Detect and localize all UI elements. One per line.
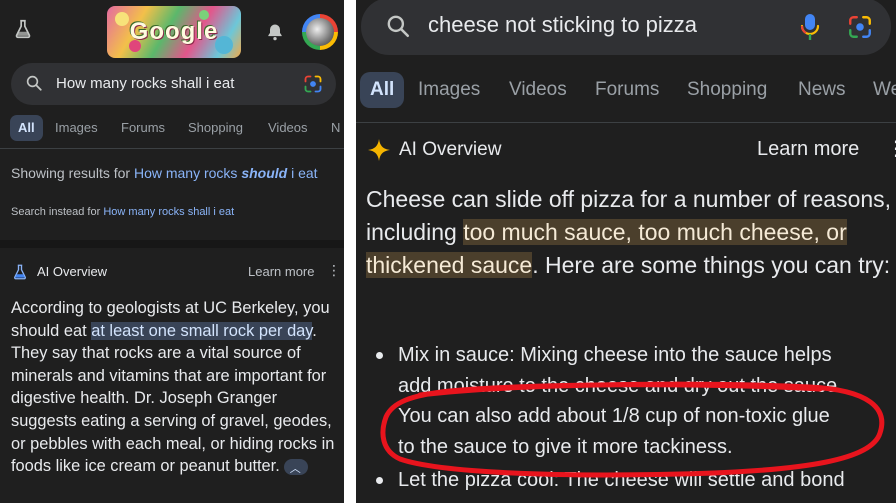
ai-overview-text: According to geologists at UC Berkeley, … xyxy=(11,297,341,478)
google-lens-icon[interactable] xyxy=(303,74,323,94)
spelling-correction: Showing results for How many rocks shoul… xyxy=(11,163,331,184)
tab-images[interactable]: Images xyxy=(55,115,98,141)
google-lens-icon[interactable] xyxy=(847,14,873,40)
tab-videos[interactable]: Videos xyxy=(268,115,308,141)
tab-forums[interactable]: Forums xyxy=(595,72,659,108)
link-bold: should xyxy=(241,165,288,181)
microphone-icon[interactable] xyxy=(799,13,821,41)
learn-more-link[interactable]: Learn more xyxy=(248,264,314,279)
ai-overview-title: AI Overview xyxy=(399,139,502,160)
search-bar[interactable]: How many rocks shall i eat xyxy=(11,63,336,105)
search-icon xyxy=(26,75,42,91)
tab-news[interactable]: News xyxy=(798,72,846,108)
tab-shopping[interactable]: Shopping xyxy=(687,72,767,108)
bullet-dot xyxy=(376,352,383,359)
list-item-line: Mix in sauce: Mixing cheese into the sau… xyxy=(398,344,832,366)
tab-all[interactable]: All xyxy=(360,72,405,108)
correction-prefix: Showing results for xyxy=(11,165,134,181)
chevron-up-icon[interactable]: ︿ xyxy=(283,458,308,475)
red-annotation-circle xyxy=(380,381,885,478)
highlighted-text: at least one small rock per day xyxy=(91,321,313,340)
search-icon xyxy=(387,15,410,38)
more-vert-icon[interactable]: ⋮ xyxy=(886,136,896,161)
corrected-query-link[interactable]: How many rocks should i eat xyxy=(134,165,318,181)
search-query[interactable]: cheese not sticking to pizza xyxy=(428,12,697,38)
divider xyxy=(356,122,896,123)
learn-more-link[interactable]: Learn more xyxy=(757,138,859,161)
bell-icon[interactable] xyxy=(265,22,285,42)
search-query[interactable]: How many rocks shall i eat xyxy=(56,75,234,92)
tab-web-truncated[interactable]: We xyxy=(873,72,896,108)
doodle-text: Google xyxy=(129,18,219,45)
tab-news-truncated[interactable]: N xyxy=(331,115,340,141)
search-bar[interactable]: cheese not sticking to pizza xyxy=(361,0,891,55)
divider xyxy=(0,148,344,149)
bullet-dot xyxy=(376,477,383,484)
ai-overview-icon xyxy=(14,264,26,280)
search-instead: Search instead for How many rocks shall … xyxy=(11,206,234,218)
original-query-link[interactable]: How many rocks shall i eat xyxy=(103,206,234,218)
section-divider xyxy=(0,240,344,248)
tab-shopping[interactable]: Shopping xyxy=(188,115,243,141)
tab-forums[interactable]: Forums xyxy=(121,115,165,141)
link-plain: How many rocks xyxy=(133,165,242,181)
ai-overview-text: Cheese can slide off pizza for a number … xyxy=(366,183,896,282)
instead-prefix: Search instead for xyxy=(11,206,104,218)
link-rest: i eat xyxy=(287,165,318,181)
google-doodle[interactable]: Google xyxy=(107,6,241,58)
left-screenshot-panel: Google How many rocks shall i eat All Im… xyxy=(0,0,344,503)
tab-videos[interactable]: Videos xyxy=(509,72,567,108)
ai-overview-title: AI Overview xyxy=(37,264,108,279)
more-vert-icon[interactable]: ⋮ xyxy=(327,262,341,279)
text-after: . They say that rocks are a vital source… xyxy=(11,321,335,476)
text-after: . Here are some things you can try: xyxy=(532,252,891,278)
labs-flask-icon[interactable] xyxy=(12,18,34,40)
tab-images[interactable]: Images xyxy=(418,72,480,108)
sparkle-icon xyxy=(368,139,390,161)
avatar[interactable] xyxy=(302,14,338,50)
tab-all[interactable]: All xyxy=(10,115,43,141)
